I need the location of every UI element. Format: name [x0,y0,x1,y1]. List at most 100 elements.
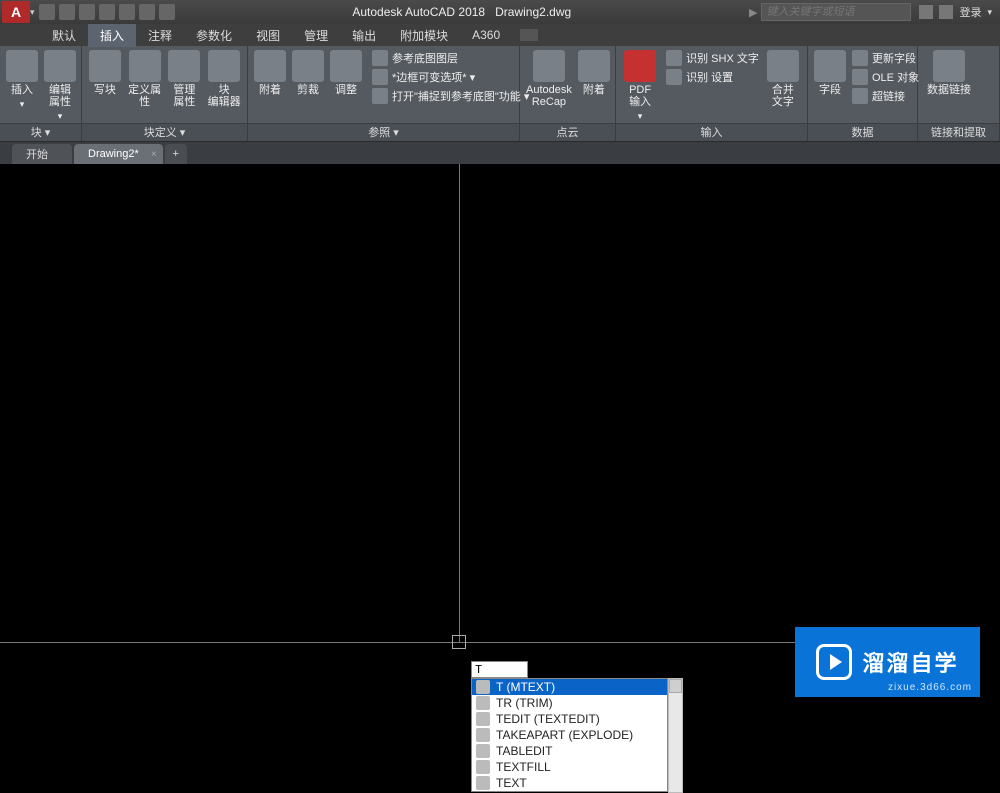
panel-title-pointcloud[interactable]: 点云 [520,123,615,141]
ole-object-icon [852,69,868,85]
tab-overflow-icon[interactable] [520,29,538,41]
help-search-input[interactable] [761,3,911,21]
hyperlink-row[interactable]: 超链接 [852,88,919,104]
recognize-shx-row[interactable]: 识别 SHX 文字 [666,50,759,66]
autocomplete-item[interactable]: TABLEDIT [472,743,667,759]
tab-manage[interactable]: 管理 [292,24,340,47]
close-icon[interactable]: × [151,149,157,160]
qat-redo-icon[interactable] [159,4,175,20]
attach-button[interactable]: 附着 [254,50,286,96]
panel-import: PDF 输入▾ 识别 SHX 文字 识别 设置 合并 文字 输入 [616,46,808,141]
crosshair-vertical [459,164,460,642]
define-attribute-button[interactable]: 定义属性 [128,50,162,108]
qat-plot-icon[interactable] [119,4,135,20]
data-link-button[interactable]: 数据链接 [924,50,974,96]
write-block-button[interactable]: 写块 [88,50,122,96]
clip-button[interactable]: 剪裁 [292,50,324,96]
merge-text-button[interactable]: 合并 文字 [765,50,801,108]
file-tab-new[interactable]: + [165,144,187,164]
edit-attribute-button[interactable]: 编辑 属性▾ [44,50,76,122]
tab-output[interactable]: 输出 [340,24,388,47]
ribbon: 插入▾ 编辑 属性▾ 块 ▾ 写块 定义属性 管理 属性 块 编辑器 块定义 ▾… [0,46,1000,142]
manage-attribute-button[interactable]: 管理 属性 [168,50,202,108]
snap-underlay-row[interactable]: 打开"捕捉到参考底图"功能 ▾ [372,88,529,104]
panel-title-block[interactable]: 块 ▾ [0,123,81,141]
scrollbar-thumb[interactable] [669,679,682,693]
autocomplete-item[interactable]: TEXTFILL [472,759,667,775]
attach-icon [254,50,286,82]
autocomplete-item[interactable]: TEXT [472,775,667,791]
quick-access-toolbar [39,4,175,20]
tab-annotate[interactable]: 注释 [136,24,184,47]
tab-view[interactable]: 视图 [244,24,292,47]
user-icon[interactable] [939,5,953,19]
watermark-brand: 溜溜自学 [862,646,958,678]
play-icon [816,644,852,680]
insert-block-button[interactable]: 插入▾ [6,50,38,110]
frame-options-icon [372,69,388,85]
update-field-icon [852,50,868,66]
file-tab-drawing2[interactable]: Drawing2*× [74,144,163,164]
recognize-settings-icon [666,69,682,85]
qat-save-icon[interactable] [79,4,95,20]
panel-title-reference[interactable]: 参照 ▾ [248,123,519,141]
autocomplete-scrollbar[interactable] [668,678,683,793]
insert-block-icon [6,50,38,82]
tab-default[interactable]: 默认 [40,24,88,47]
panel-reference: 附着 剪裁 调整 参考底图图层 *边框可变选项* ▾ 打开"捕捉到参考底图"功能… [248,46,520,141]
edit-attribute-icon [44,50,76,82]
block-editor-button[interactable]: 块 编辑器 [207,50,241,108]
file-tab-start[interactable]: 开始 [12,144,72,164]
recap-button[interactable]: Autodesk ReCap [526,50,572,108]
qat-open-icon[interactable] [59,4,75,20]
panel-pointcloud: Autodesk ReCap 附着 点云 [520,46,616,141]
recognize-shx-icon [666,50,682,66]
frame-options-row[interactable]: *边框可变选项* ▾ [372,69,529,85]
underlay-layers-icon [372,50,388,66]
panel-title-block-def[interactable]: 块定义 ▾ [82,123,247,141]
autocomplete-item[interactable]: TR (TRIM) [472,695,667,711]
command-input[interactable] [471,661,528,678]
tab-a360[interactable]: A360 [460,25,512,45]
panel-title-import[interactable]: 输入 [616,123,807,141]
tab-insert[interactable]: 插入 [88,24,136,47]
clip-icon [292,50,324,82]
panel-title-link[interactable]: 链接和提取 [918,123,999,141]
field-button[interactable]: 字段 [814,50,846,96]
update-field-row[interactable]: 更新字段 [852,50,919,66]
watermark-url: zixue.3d66.com [888,682,972,693]
adjust-button[interactable]: 调整 [330,50,362,96]
infocomm-icon[interactable] [919,5,933,19]
login-label[interactable]: 登录 [959,4,981,20]
autocomplete-list: T (MTEXT) TR (TRIM) TEDIT (TEXTEDIT) TAK… [471,678,668,792]
autocomplete-item[interactable]: TEDIT (TEXTEDIT) [472,711,667,727]
merge-text-icon [767,50,799,82]
attach-pointcloud-icon [578,50,610,82]
write-block-icon [89,50,121,82]
block-editor-icon [208,50,240,82]
app-logo[interactable]: A [2,1,30,23]
attach-pointcloud-button[interactable]: 附着 [578,50,610,96]
recognize-settings-row[interactable]: 识别 设置 [666,69,759,85]
tab-addins[interactable]: 附加模块 [388,24,460,47]
qat-undo-icon[interactable] [139,4,155,20]
ribbon-tabs: 默认 插入 注释 参数化 视图 管理 输出 附加模块 A360 [0,24,1000,46]
snap-underlay-icon [372,88,388,104]
panel-link: 数据链接 链接和提取 [918,46,1000,141]
underlay-layers-row[interactable]: 参考底图图层 [372,50,529,66]
autocomplete-item[interactable]: TAKEAPART (EXPLODE) [472,727,667,743]
window-title: Autodesk AutoCAD 2018 Drawing2.dwg [175,5,749,19]
panel-title-data[interactable]: 数据 [808,123,917,141]
pdf-import-button[interactable]: PDF 输入▾ [622,50,658,122]
qat-new-icon[interactable] [39,4,55,20]
trim-icon [476,696,490,710]
tab-parametric[interactable]: 参数化 [184,24,244,47]
autocomplete-item[interactable]: T (MTEXT) [472,679,667,695]
pickbox-cursor [452,635,466,649]
drawing-canvas[interactable]: T (MTEXT) TR (TRIM) TEDIT (TEXTEDIT) TAK… [0,164,1000,717]
qat-saveas-icon[interactable] [99,4,115,20]
explode-icon [476,728,490,742]
field-icon [814,50,846,82]
ole-object-row[interactable]: OLE 对象 [852,69,919,85]
title-bar: A ▾ Autodesk AutoCAD 2018 Drawing2.dwg ▶… [0,0,1000,24]
